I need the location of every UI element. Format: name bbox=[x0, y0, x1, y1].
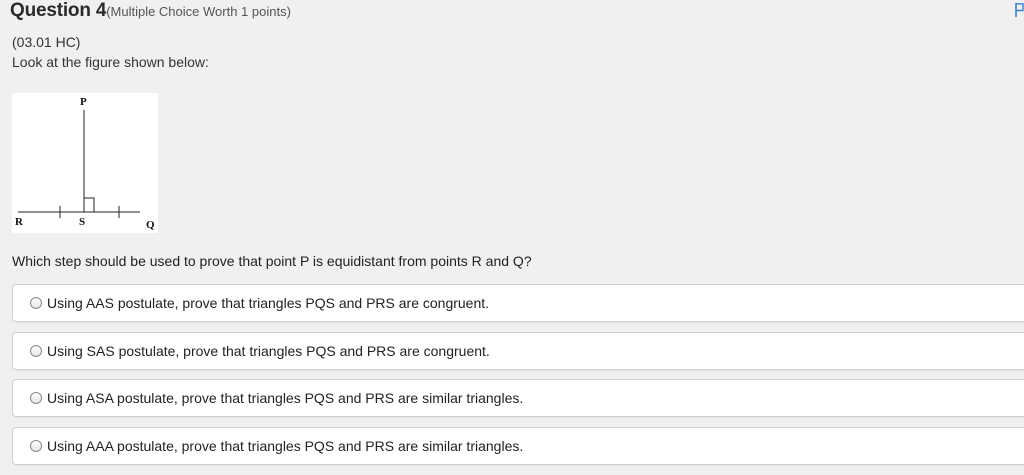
answer-option-3[interactable]: Using ASA postulate, prove that triangle… bbox=[12, 379, 1024, 417]
flag-icon[interactable] bbox=[1014, 2, 1024, 18]
radio-button[interactable] bbox=[30, 392, 42, 404]
radio-button[interactable] bbox=[30, 345, 42, 357]
answer-option-label: Using SAS postulate, prove that triangle… bbox=[47, 343, 490, 359]
answer-option-label: Using ASA postulate, prove that triangle… bbox=[47, 390, 524, 406]
label-r: R bbox=[15, 216, 24, 228]
geometry-figure: P R S Q bbox=[12, 93, 158, 233]
answer-option-label: Using AAA postulate, prove that triangle… bbox=[47, 438, 524, 454]
answer-option-1[interactable]: Using AAS postulate, prove that triangle… bbox=[12, 284, 1024, 322]
question-intro: Look at the figure shown below: bbox=[12, 54, 209, 70]
label-s: S bbox=[79, 216, 85, 228]
question-worth: (Multiple Choice Worth 1 points) bbox=[106, 4, 291, 19]
question-code: (03.01 HC) bbox=[12, 34, 81, 50]
question-title: Question 4 bbox=[10, 0, 107, 21]
label-p: P bbox=[80, 96, 87, 108]
answer-option-2[interactable]: Using SAS postulate, prove that triangle… bbox=[12, 332, 1024, 370]
answer-option-label: Using AAS postulate, prove that triangle… bbox=[47, 295, 490, 311]
label-q: Q bbox=[146, 219, 155, 231]
radio-button[interactable] bbox=[30, 297, 42, 309]
answer-option-4[interactable]: Using AAA postulate, prove that triangle… bbox=[12, 427, 1024, 465]
radio-button[interactable] bbox=[30, 440, 42, 452]
question-header: Question 4(Multiple Choice Worth 1 point… bbox=[10, 0, 291, 24]
question-text: Which step should be used to prove that … bbox=[12, 253, 532, 269]
